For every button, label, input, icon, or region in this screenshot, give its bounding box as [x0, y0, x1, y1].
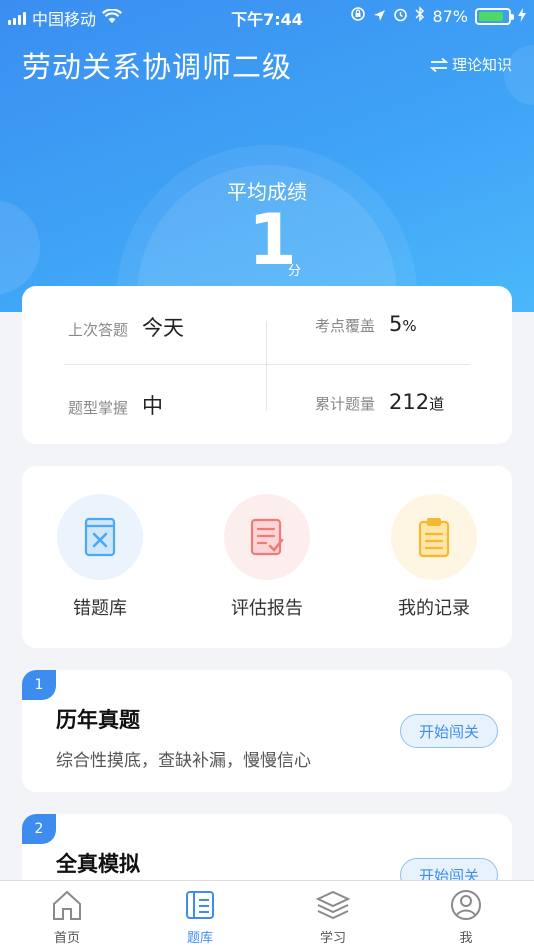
stat-label: 题型掌握 [68, 399, 129, 417]
section-title: 历年真题 [56, 708, 140, 732]
stat-value: 中 [142, 394, 164, 418]
divider [266, 321, 267, 411]
stat-last-answer: 上次答题 今天 [68, 312, 184, 342]
stat-label: 上次答题 [68, 321, 129, 339]
tool-label: 我的记录 [398, 598, 470, 619]
battery-percent: 87% [432, 6, 468, 26]
battery-icon [475, 7, 514, 25]
section-card-past-exams: 1 历年真题 综合性摸底，查缺补漏，慢慢信心 开始闯关 [22, 670, 512, 792]
tools-card: 错题库 评估报告 我的记录 [22, 466, 512, 648]
rotation-lock-icon [350, 6, 366, 26]
section-index-badge: 2 [22, 814, 56, 844]
switch-subject-button[interactable]: 理论知识 [429, 54, 512, 75]
profile-icon [451, 890, 481, 920]
tool-label: 评估报告 [231, 598, 303, 619]
tool-label: 错题库 [73, 598, 127, 619]
section-index-badge: 1 [22, 670, 56, 700]
start-challenge-button[interactable]: 开始闯关 [400, 714, 498, 748]
divider [64, 364, 470, 365]
stat-label: 考点覆盖 [315, 317, 376, 335]
charging-icon [518, 7, 526, 26]
layers-icon [315, 890, 351, 920]
alarm-icon [393, 7, 408, 26]
tool-my-records[interactable]: 我的记录 [374, 494, 494, 620]
tab-label: 首页 [53, 931, 80, 946]
question-bank-icon [186, 891, 214, 919]
page-title: 劳动关系协调师二级 [22, 50, 293, 84]
stat-mastery: 题型掌握 中 [68, 390, 163, 420]
bluetooth-icon [415, 6, 425, 26]
tab-label: 题库 [186, 931, 213, 946]
average-score-unit: 分 [288, 264, 302, 279]
tool-wrong-book[interactable]: 错题库 [40, 494, 160, 620]
switch-subject-label: 理论知识 [451, 56, 512, 74]
stat-value: 今天 [142, 316, 185, 340]
tab-label: 学习 [319, 931, 346, 946]
stat-value: 5% [389, 312, 417, 336]
tab-bar: 首页 题库 学习 我 [0, 880, 534, 950]
stat-total: 累计题量 212道 [315, 390, 444, 414]
clipboard-icon [391, 494, 477, 580]
tab-study[interactable]: 学习 [288, 889, 378, 946]
status-bar: 中国移动 下午7:44 87% [0, 0, 534, 32]
section-description: 综合性摸底，查缺补漏，慢慢信心 [56, 751, 311, 771]
stat-coverage: 考点覆盖 5% [315, 312, 417, 336]
location-icon [373, 7, 386, 26]
home-icon [53, 890, 81, 920]
decor-circle [0, 200, 40, 295]
header-banner: 中国移动 下午7:44 87% 劳动关系协调师二级 理论知识 平均成绩 1 分 [0, 0, 534, 312]
section-title: 全真模拟 [56, 852, 140, 876]
tab-question-bank[interactable]: 题库 [155, 889, 245, 946]
tool-report[interactable]: 评估报告 [207, 494, 327, 620]
report-icon [224, 494, 310, 580]
tab-label: 我 [459, 931, 473, 946]
stats-card: 上次答题 今天 考点覆盖 5% 题型掌握 中 累计题量 212道 [22, 286, 512, 444]
swap-icon [429, 57, 448, 72]
wrong-book-icon [57, 494, 143, 580]
stat-label: 累计题量 [315, 395, 376, 413]
tab-me[interactable]: 我 [421, 889, 511, 946]
stat-value: 212道 [389, 390, 445, 414]
tab-home[interactable]: 首页 [22, 889, 112, 946]
